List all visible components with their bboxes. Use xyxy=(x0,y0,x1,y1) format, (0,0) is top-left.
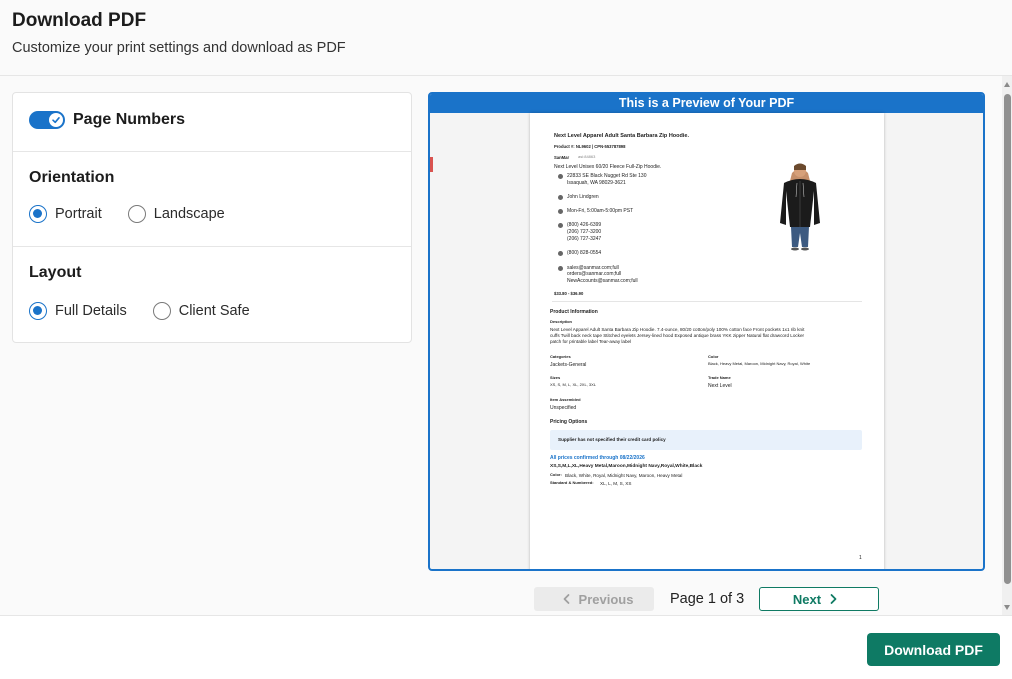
pagination: Previous Page 1 of 3 Next xyxy=(534,587,879,611)
doc-product-info-title: Product Information xyxy=(550,309,598,315)
doc-item-assembled-value: Unspecified xyxy=(550,405,577,411)
page-numbers-toggle-row[interactable]: Page Numbers xyxy=(29,111,185,129)
doc-contact: John Lindgren xyxy=(567,194,599,200)
layout-options: Full Details Client Safe xyxy=(29,302,276,320)
phone-icon xyxy=(558,223,563,228)
doc-color-label: Color xyxy=(708,354,719,359)
doc-hours: Mon-Fri, 5:00am-5:00pm PST xyxy=(567,208,634,214)
doc-product-ids: Product #: NL9602 | CPN-553787898 xyxy=(554,144,626,149)
dialog-title: Download PDF xyxy=(12,10,147,31)
pdf-preview[interactable]: This is a Preview of Your PDF Next Level… xyxy=(428,92,985,571)
doc-sizes-value: XS, S, M, L, XL, 2XL, 3XL xyxy=(550,382,597,387)
doc-address-2: Issaquah, WA 98029-3621 xyxy=(567,180,626,186)
previous-label: Previous xyxy=(578,591,634,607)
doc-fax: (800) 828-0554 xyxy=(567,250,602,256)
product-image xyxy=(780,163,820,251)
dialog-body: Page Numbers Orientation Portrait Landsc… xyxy=(0,76,1012,615)
doc-price-range: $33.80 - $36.90 xyxy=(554,291,584,296)
page-indicator: Page 1 of 3 xyxy=(670,591,745,607)
next-label: Next xyxy=(792,591,822,607)
doc-variant-color-value: Black, White, Royal, Midnight Navy, Maro… xyxy=(565,473,683,478)
doc-policy-box: Supplier has not specified their credit … xyxy=(550,430,862,450)
page-numbers-section: Page Numbers xyxy=(13,93,411,152)
doc-supplier-name: SanMar xyxy=(554,155,570,160)
clock-icon xyxy=(558,209,563,214)
email-icon xyxy=(558,266,563,271)
orientation-title: Orientation xyxy=(29,169,115,186)
doc-categories-value: Jackets-General xyxy=(550,362,587,368)
layout-title: Layout xyxy=(29,264,82,281)
doc-color-value: Black, Heavy Metal, Maroon, Midnight Nav… xyxy=(708,361,811,366)
doc-supplier-id: asi:84863 xyxy=(578,154,596,159)
doc-divider xyxy=(552,301,862,302)
radio-full-details[interactable] xyxy=(29,302,47,320)
doc-price-variant: XS,S,M,L,XL,Heavy Metal,Maroon,Midnight … xyxy=(550,464,703,469)
download-pdf-button[interactable]: Download PDF xyxy=(867,633,1000,666)
radio-landscape[interactable] xyxy=(127,205,146,223)
dialog-header: Download PDF Customize your print settin… xyxy=(0,0,1012,76)
orientation-options: Portrait Landscape xyxy=(29,205,251,223)
layout-section: Layout Full Details Client Safe xyxy=(13,247,411,344)
doc-policy-text: Supplier has not specified their credit … xyxy=(558,437,666,442)
doc-email-2: orders@sanmar.com;full xyxy=(567,271,622,277)
settings-panel: Page Numbers Orientation Portrait Landsc… xyxy=(12,92,412,343)
doc-prices-confirmed: All prices confirmed through 08/22/2026 xyxy=(550,455,645,461)
doc-phone-1: (800) 426-6399 xyxy=(567,222,602,228)
page-numbers-toggle[interactable] xyxy=(29,111,65,129)
doc-address-1: 22833 SE Black Nugget Rd Ste 130 xyxy=(567,173,647,179)
doc-categories-label: Categories xyxy=(550,354,571,359)
doc-page-number: 1 xyxy=(859,555,862,561)
dialog-subtitle: Customize your print settings and downlo… xyxy=(12,40,346,56)
dialog-footer: Download PDF xyxy=(0,615,1012,679)
location-icon xyxy=(558,174,563,179)
fax-icon xyxy=(558,251,563,256)
chevron-left-icon xyxy=(563,594,569,604)
scroll-up-icon[interactable] xyxy=(1004,82,1010,87)
pdf-page: Next Level Apparel Adult Santa Barbara Z… xyxy=(530,113,884,569)
page-marker xyxy=(430,157,433,172)
radio-client-safe-label[interactable]: Client Safe xyxy=(179,303,250,319)
check-icon xyxy=(49,113,63,127)
page-numbers-label: Page Numbers xyxy=(73,111,186,128)
doc-phone-3: (206) 727-3247 xyxy=(567,236,602,242)
person-icon xyxy=(558,195,563,200)
doc-variant-sizes-value: XL, L, M, S, XS xyxy=(600,481,632,486)
scrollbar-thumb[interactable] xyxy=(1004,94,1011,584)
doc-description-line-3: patch for printable label Tear-away labe… xyxy=(550,339,632,344)
doc-item-assembled-label: Item Assembled xyxy=(550,397,581,402)
doc-description-line-2: cuffs Twill back neck tape Stitched eyel… xyxy=(550,333,805,338)
doc-supplier-desc: Next Level Unisex 60/20 Fleece Full-Zip … xyxy=(554,164,662,170)
doc-phone-2: (206) 727-3200 xyxy=(567,229,602,235)
radio-portrait[interactable] xyxy=(29,205,47,223)
doc-description-label: Description xyxy=(550,319,573,324)
preview-banner: This is a Preview of Your PDF xyxy=(430,94,983,113)
doc-variant-sizes-label: Standard & Numbered: xyxy=(550,480,594,485)
radio-portrait-label[interactable]: Portrait xyxy=(55,206,102,222)
orientation-section: Orientation Portrait Landscape xyxy=(13,152,411,247)
doc-trade-name-value: Next Level xyxy=(708,383,732,389)
doc-variant-color-label: Color: xyxy=(550,472,562,477)
doc-email-3: NewAccounts@sanmar.com;full xyxy=(567,278,638,284)
doc-product-title: Next Level Apparel Adult Santa Barbara Z… xyxy=(554,133,689,139)
doc-sizes-label: Sizes xyxy=(550,375,561,380)
radio-full-details-label[interactable]: Full Details xyxy=(55,303,127,319)
doc-pricing-title: Pricing Options xyxy=(550,419,588,425)
scrollbar[interactable] xyxy=(1002,76,1012,615)
previous-button[interactable]: Previous xyxy=(534,587,654,611)
radio-client-safe[interactable] xyxy=(152,302,171,320)
chevron-right-icon xyxy=(830,594,837,604)
doc-description-line-1: Next Level Apparel Adult Santa Barbara Z… xyxy=(550,327,805,332)
next-button[interactable]: Next xyxy=(759,587,879,611)
doc-trade-name-label: Trade Name xyxy=(708,375,731,380)
scroll-down-icon[interactable] xyxy=(1004,605,1010,610)
radio-landscape-label[interactable]: Landscape xyxy=(154,206,225,222)
